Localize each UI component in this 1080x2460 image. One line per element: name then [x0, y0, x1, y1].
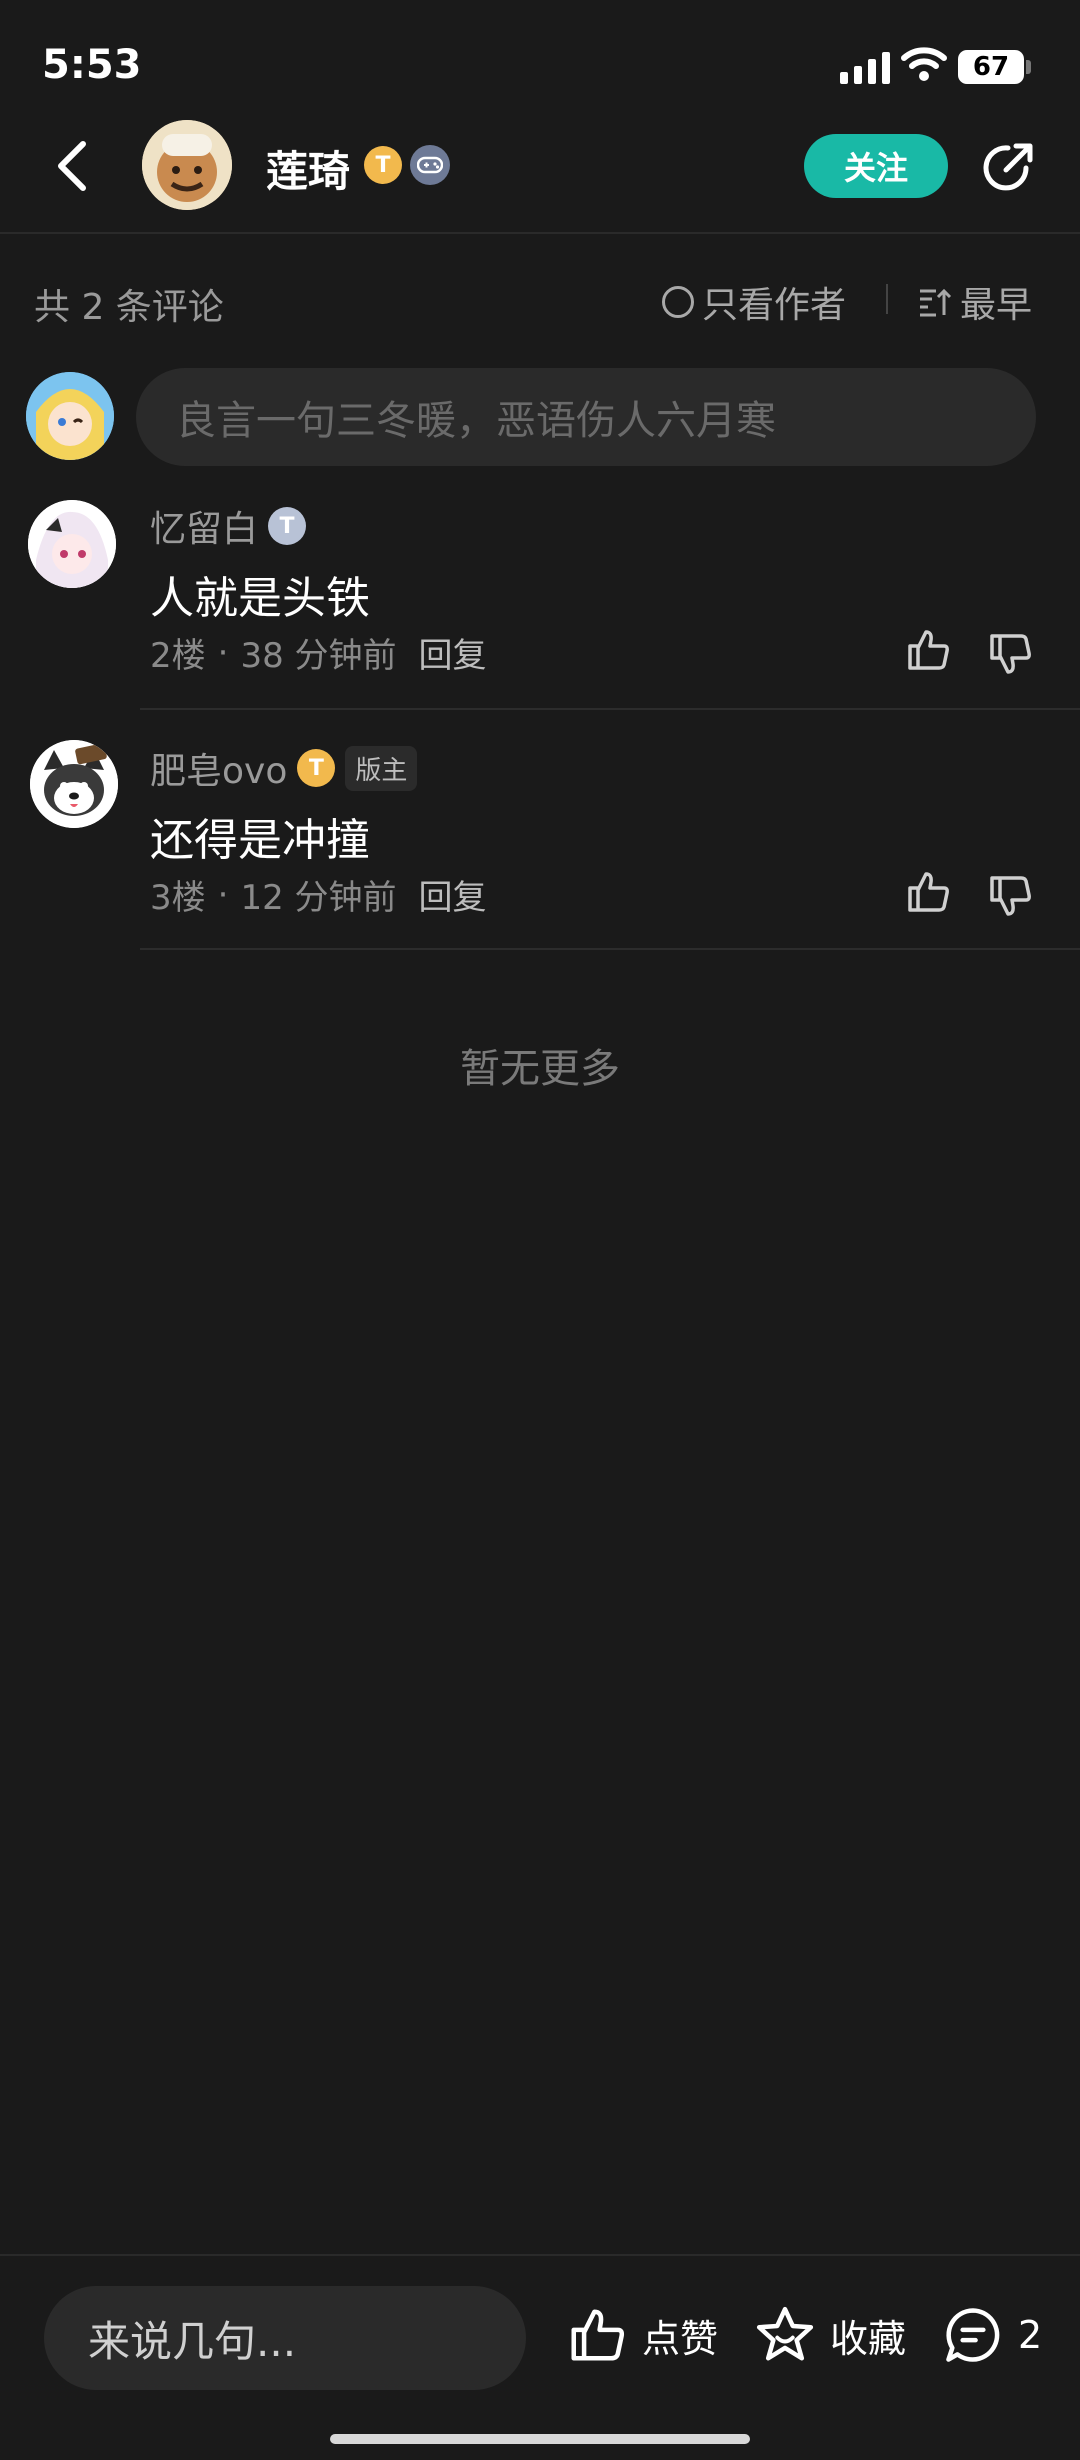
comment-username[interactable]: 肥皂ovo: [150, 742, 287, 794]
like-button[interactable]: 点赞: [566, 2304, 718, 2366]
star-icon: [756, 2306, 814, 2361]
share-icon[interactable]: [978, 138, 1038, 198]
reply-button[interactable]: 回复: [419, 628, 487, 677]
comment-count: 共 2 条评论: [34, 287, 224, 328]
follow-button[interactable]: 关注: [804, 134, 948, 198]
sort-button[interactable]: 最早: [918, 276, 1032, 328]
status-time: 5:53: [42, 42, 142, 88]
thumbs-down-icon[interactable]: [986, 630, 1034, 678]
header-divider: [0, 232, 1080, 234]
comment-username[interactable]: 忆留白: [150, 500, 258, 552]
comment-meta: 3楼 · 12 分钟前 回复: [150, 870, 487, 919]
comment-floor: 2楼: [150, 636, 206, 676]
signal-icon: [840, 52, 890, 84]
commenter-avatar[interactable]: [30, 740, 118, 828]
comment-bubble-icon: [946, 2308, 1000, 2362]
comment-text: 还得是冲撞: [150, 815, 370, 866]
sort-label: 最早: [960, 285, 1033, 326]
back-button[interactable]: [44, 136, 100, 196]
chevron-left-icon: [58, 141, 86, 191]
no-more-label: 暂无更多: [460, 1046, 620, 1092]
thumbs-up-icon[interactable]: [904, 626, 952, 674]
radio-icon: [662, 286, 694, 318]
home-indicator: [330, 2434, 750, 2444]
battery-nub: [1026, 60, 1031, 74]
comment-meta: 2楼 · 38 分钟前 回复: [150, 628, 487, 677]
thumbs-up-icon: [571, 2309, 625, 2361]
comment-count-label: 2: [1018, 2313, 1043, 2357]
like-label: 点赞: [642, 2316, 719, 2361]
bottom-divider: [0, 2254, 1080, 2256]
comment-text: 人就是头铁: [150, 573, 370, 624]
comment-username-row: 忆留白 T: [150, 500, 307, 552]
gamepad-icon: [410, 145, 450, 185]
comment-time: 38 分钟前: [240, 636, 397, 676]
comments-button[interactable]: 2: [942, 2304, 1042, 2366]
my-avatar[interactable]: [26, 372, 114, 460]
level-badge: T: [297, 749, 336, 787]
favorite-button[interactable]: 收藏: [754, 2304, 906, 2366]
comment-time: 12 分钟前: [240, 878, 397, 918]
author-avatar[interactable]: [142, 120, 232, 210]
comment-username-row: 肥皂ovo T 版主: [150, 742, 418, 794]
filter-divider: [886, 284, 888, 314]
bottom-comment-input[interactable]: 来说几句...: [44, 2286, 526, 2390]
thumbs-down-icon[interactable]: [986, 872, 1034, 920]
author-name[interactable]: 莲琦: [266, 138, 350, 199]
comment-composer-input[interactable]: 良言一句三冬暖，恶语伤人六月寒: [136, 368, 1036, 466]
sort-icon: [920, 288, 952, 317]
comment-divider: [140, 708, 1080, 710]
comment-floor: 3楼: [150, 878, 206, 918]
author-only-toggle[interactable]: 只看作者: [662, 276, 846, 328]
reply-button[interactable]: 回复: [419, 870, 487, 919]
battery-icon: 67: [958, 50, 1024, 84]
level-badge: T: [364, 146, 402, 184]
thumbs-up-icon[interactable]: [904, 868, 952, 916]
author-only-label: 只看作者: [702, 285, 847, 326]
comment-divider: [140, 948, 1080, 950]
commenter-avatar[interactable]: [28, 500, 116, 588]
wifi-icon: [901, 47, 947, 81]
level-badge: T: [268, 507, 307, 545]
moderator-badge: 版主: [345, 745, 418, 791]
favorite-label: 收藏: [830, 2316, 907, 2361]
